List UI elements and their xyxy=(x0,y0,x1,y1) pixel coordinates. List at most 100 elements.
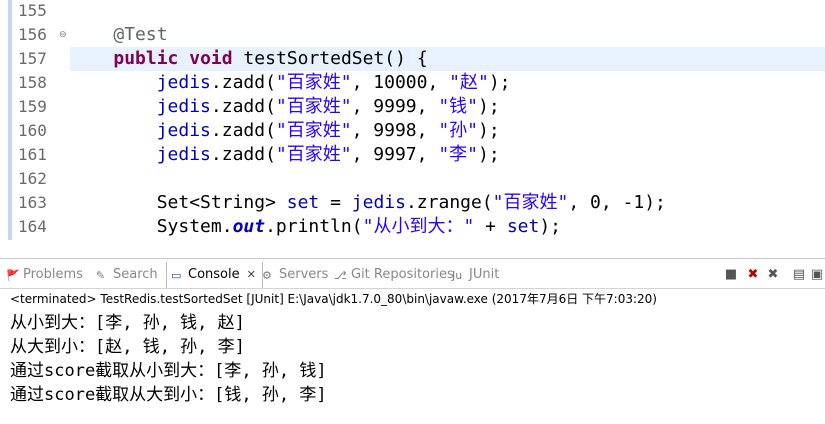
code-token: out xyxy=(232,216,266,237)
git-icon: ⎇ xyxy=(334,268,347,282)
console-line: 从小到大：[李, 孙, 钱, 赵] xyxy=(10,313,245,333)
problems-icon: 🚩 xyxy=(6,268,20,282)
code-line[interactable]: public void testSortedSet() { xyxy=(70,47,428,71)
code-token: ); xyxy=(478,120,500,141)
code-token: Set<String> xyxy=(70,192,287,213)
code-line[interactable]: @Test xyxy=(70,23,168,47)
code-token: "孙" xyxy=(438,120,478,141)
line-number: 157 xyxy=(18,49,47,68)
code-token: + xyxy=(474,216,507,237)
code-token: jedis xyxy=(156,120,211,141)
code-line[interactable]: jedis.zadd("百家姓", 9997, "李"); xyxy=(70,143,500,167)
console-line: 通过score截取从大到小：[钱, 孙, 李] xyxy=(10,385,327,405)
tab-label: Git Repositories xyxy=(351,267,454,282)
line-number: 164 xyxy=(18,217,47,236)
code-token: System. xyxy=(70,216,233,237)
code-line[interactable]: jedis.zadd("百家姓", 9998, "孙"); xyxy=(70,119,500,143)
line-number: 155 xyxy=(18,1,47,20)
tab-label: Console xyxy=(188,267,240,282)
code-token: , 9999, xyxy=(351,96,439,117)
remove-all-icon[interactable]: ✖ xyxy=(764,266,782,284)
close-tab-icon[interactable]: ✕ xyxy=(247,262,256,288)
code-token: = xyxy=(319,192,352,213)
code-token: void xyxy=(189,48,233,69)
line-number: 156 xyxy=(18,25,47,44)
code-token: .println( xyxy=(265,216,363,237)
tab-label: Problems xyxy=(23,267,83,282)
code-token: ); xyxy=(478,96,500,117)
code-token: "百家姓" xyxy=(275,72,352,93)
code-token: set xyxy=(286,192,320,213)
code-line[interactable]: Set<String> set = jedis.zrange("百家姓", 0,… xyxy=(70,191,666,215)
panel-separator[interactable] xyxy=(0,258,825,259)
gutter-marker-bar xyxy=(8,0,12,240)
code-token: "赵" xyxy=(449,72,489,93)
code-token: jedis xyxy=(351,192,406,213)
code-token: "百家姓" xyxy=(275,144,352,165)
terminate-icon[interactable]: ■ xyxy=(722,266,740,284)
fold-collapse-icon[interactable]: ⊖ xyxy=(59,30,67,40)
line-number: 161 xyxy=(18,145,47,164)
scroll-left-icon[interactable]: ◀ xyxy=(70,238,76,240)
code-token: .zadd( xyxy=(210,96,276,117)
tab-console[interactable]: ▭ Console ✕ xyxy=(166,262,263,288)
tab-label: Search xyxy=(113,267,158,282)
tab-search[interactable]: ✎ Search xyxy=(96,262,158,288)
search-icon: ✎ xyxy=(96,268,106,282)
junit-icon: Ju xyxy=(452,268,463,282)
code-token: "百家姓" xyxy=(492,192,569,213)
code-token: "从小到大：" xyxy=(362,216,475,237)
code-token: .zrange( xyxy=(405,192,493,213)
code-line[interactable]: System.out.println("从小到大：" + set); xyxy=(70,215,561,239)
console-icon: ▭ xyxy=(171,268,182,282)
tab-servers[interactable]: ⚙ Servers xyxy=(262,262,328,288)
code-token: set xyxy=(506,216,540,237)
pin-console-icon[interactable]: ▣ xyxy=(808,266,825,284)
view-tab-bar: 🚩 Problems ✎ Search ▭ Console ✕ ⚙ Servers ⎇ Git Re… xyxy=(0,262,825,289)
tab-label: Servers xyxy=(279,267,329,282)
code-token: public xyxy=(113,48,179,69)
code-line[interactable]: jedis.zadd("百家姓", 9999, "钱"); xyxy=(70,95,500,119)
line-number: 160 xyxy=(18,121,47,140)
code-token: .zadd( xyxy=(210,144,276,165)
code-token: , 9997, xyxy=(351,144,439,165)
remove-launch-icon[interactable]: ✖ xyxy=(744,266,762,284)
code-token: "百家姓" xyxy=(275,120,352,141)
console-line: 通过score截取从小到大：[李, 孙, 钱] xyxy=(10,361,327,381)
code-token: "钱" xyxy=(438,96,478,117)
console-line: 从大到小：[赵, 钱, 孙, 李] xyxy=(10,337,245,357)
code-token: jedis xyxy=(156,96,211,117)
line-number: 162 xyxy=(18,169,47,188)
code-token: , 10000, xyxy=(351,72,450,93)
code-token: ); xyxy=(539,216,562,237)
tab-git-repositories[interactable]: ⎇ Git Repositories xyxy=(334,262,454,288)
code-token: testSortedSet() { xyxy=(232,48,428,69)
line-number: 159 xyxy=(18,97,47,116)
code-token: jedis xyxy=(156,144,211,165)
code-line[interactable]: jedis.zadd("百家姓", 10000, "赵"); xyxy=(70,71,511,95)
code-token: "百家姓" xyxy=(275,96,352,117)
code-token: ); xyxy=(488,72,511,93)
code-token: "李" xyxy=(438,144,478,165)
code-token: , 9998, xyxy=(351,120,439,141)
code-token: jedis xyxy=(156,72,211,93)
tab-problems[interactable]: 🚩 Problems xyxy=(6,262,83,288)
tab-label: JUnit xyxy=(469,267,500,282)
scroll-lock-icon[interactable]: ▤ xyxy=(790,266,808,284)
terminated-status: <terminated> TestRedis.testSortedSet [JU… xyxy=(10,292,657,306)
line-number: 158 xyxy=(18,73,47,92)
tab-junit[interactable]: Ju JUnit xyxy=(452,262,499,288)
code-token: ); xyxy=(478,144,500,165)
code-token: , 0, -1); xyxy=(568,192,666,213)
code-token: .zadd( xyxy=(210,72,276,93)
code-token: .zadd( xyxy=(210,120,276,141)
code-editor[interactable]: 155 156 ⊖ @Test 157 public void testSortedS… xyxy=(0,0,825,240)
line-number: 163 xyxy=(18,193,47,212)
code-token: @Test xyxy=(113,24,168,45)
